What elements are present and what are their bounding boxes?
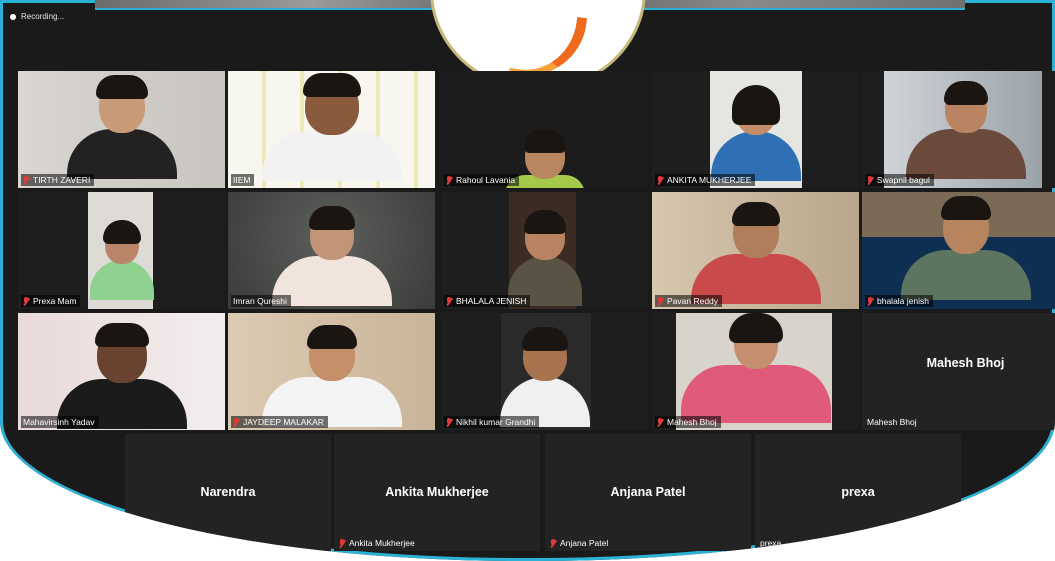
record-icon [10,13,16,20]
participant-name: Prexa Mam [33,296,77,306]
participant-name: Pavan Reddy [667,296,719,306]
video-tile[interactable]: BHALALA JENISH [441,192,648,309]
participant-name-tag: IIEM [231,174,255,186]
participant-name: ANKITA MUKHERJEE [667,175,752,185]
participant-name-tag: Rahoul Lavania [444,174,520,186]
participant-name-tag: prexa [758,537,785,549]
participant-name-tag: Prexa Mam [21,295,81,307]
video-tile[interactable]: TIRTH ZAVERI [18,71,225,188]
participant-name: Mahesh Bhoj [667,417,717,427]
participant-name-tag: Mahesh Bhoj [655,416,721,428]
video-tile[interactable]: Prexa Mam [18,192,225,309]
participant-name-tag: Mahesh Bhoj [865,416,921,428]
video-tile[interactable]: Pavan Reddy [652,192,859,309]
mic-muted-icon [233,417,240,427]
participant-name-tag: ANKITA MUKHERJEE [655,174,756,186]
participant-name: Mahesh Bhoj [867,417,917,427]
mic-muted-icon [657,296,664,306]
video-tile[interactable]: Mahesh Bhoj [652,313,859,430]
participant-display-name: prexa [841,485,875,499]
video-tile[interactable]: Swapnil bagul [862,71,1055,188]
mic-muted-icon [867,175,874,185]
recording-label: Recording... [21,12,65,21]
participant-name: TIRTH ZAVERI [33,175,91,185]
video-tile[interactable]: JAYDEEP MALAKAR [228,313,435,430]
participant-name: BHALALA JENISH [456,296,527,306]
video-tile[interactable]: bhalala jenish [862,192,1055,309]
participant-name: Mahavirsinh Yadav [23,417,95,427]
recording-indicator: Recording... [10,12,64,21]
participant-name: IIEM [233,175,251,185]
video-tile[interactable]: Imran Qureshi [228,192,435,309]
video-tile-off[interactable]: Mahesh Bhoj Mahesh Bhoj [862,313,1055,430]
video-tile[interactable]: Rahoul Lavania [441,71,648,188]
video-tile-off[interactable]: Anjana Patel Anjana Patel [545,434,751,551]
participant-name-tag: Nikhil kumar Grandhi [444,416,540,428]
participant-name-tag: bhalala jenish [865,295,933,307]
mic-muted-icon [657,417,664,427]
mic-muted-icon [657,175,664,185]
mic-muted-icon [550,538,557,548]
participant-name-tag: Imran Qureshi [231,295,291,307]
participant-name-tag: Pavan Reddy [655,295,723,307]
video-tile-active-speaker[interactable]: IIEM [228,71,435,188]
participant-name-tag: TIRTH ZAVERI [21,174,95,186]
participant-name: ndra [145,538,163,548]
participant-name-tag: ndra [143,537,166,549]
participant-name: Anjana Patel [560,538,609,548]
participant-name: bhalala jenish [877,296,929,306]
video-tile-off[interactable]: Narendra ndra [125,434,331,551]
mic-muted-icon [446,175,453,185]
video-tile[interactable]: ANKITA MUKHERJEE [652,71,859,188]
participant-name-tag: Anjana Patel [548,537,612,549]
participant-display-name: Narendra [200,485,256,499]
participant-display-name: Mahesh Bhoj [926,356,1005,370]
participant-name-tag: JAYDEEP MALAKAR [231,416,328,428]
video-tile-off[interactable]: prexa prexa [755,434,961,551]
participant-name: Imran Qureshi [233,296,287,306]
participant-name: JAYDEEP MALAKAR [243,417,324,427]
mic-muted-icon [446,417,453,427]
mic-muted-icon [23,296,30,306]
participant-display-name: Ankita Mukherjee [385,485,489,499]
participant-name: prexa [760,538,782,548]
participant-name-tag: Mahavirsinh Yadav [21,416,99,428]
participant-name: Swapnil bagul [877,175,930,185]
participant-name: Nikhil kumar Grandhi [456,417,536,427]
video-tile-off[interactable]: Ankita Mukherjee Ankita Mukherjee [334,434,540,551]
mic-muted-icon [446,296,453,306]
video-tile[interactable]: Mahavirsinh Yadav [18,313,225,430]
participant-name-tag: Swapnil bagul [865,174,934,186]
video-tile[interactable]: Nikhil kumar Grandhi [441,313,648,430]
participant-display-name: Anjana Patel [610,485,686,499]
participant-name-tag: BHALALA JENISH [444,295,531,307]
mic-muted-icon [23,175,30,185]
meeting-window: Recording... TIRTH ZAVERI IIEM Rahoul La… [0,0,1055,561]
participant-name: Rahoul Lavania [456,175,516,185]
mic-muted-icon [339,538,346,548]
participant-name: Ankita Mukherjee [349,538,415,548]
mic-muted-icon [867,296,874,306]
participant-name-tag: Ankita Mukherjee [337,537,419,549]
